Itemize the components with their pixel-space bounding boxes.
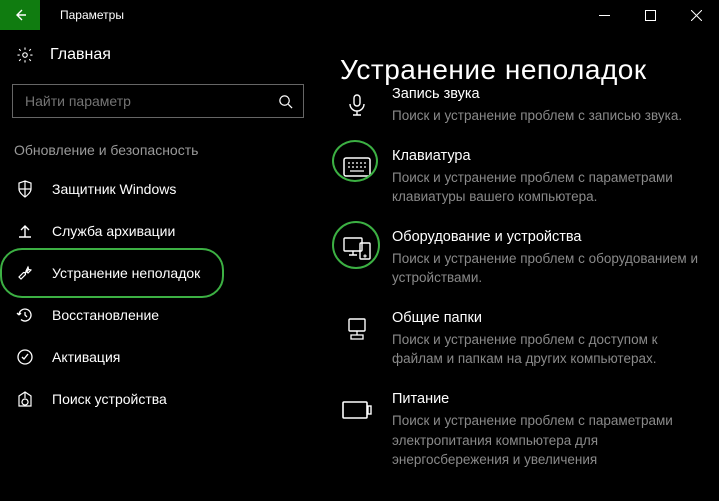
search-icon	[278, 94, 293, 109]
ts-title: Клавиатура	[392, 148, 701, 164]
back-button[interactable]	[0, 0, 40, 30]
troubleshoot-item-audio-rec[interactable]: Запись звука Поиск и устранение проблем с…	[340, 86, 719, 126]
ts-desc: Поиск и устранение проблем с записью зву…	[392, 106, 701, 126]
sidebar-item-label: Активация	[52, 349, 120, 365]
troubleshoot-item-hardware[interactable]: Оборудование и устройства Поиск и устране…	[340, 229, 719, 288]
arrow-left-icon	[12, 7, 28, 23]
titlebar: Параметры	[0, 0, 719, 30]
shield-icon	[16, 180, 34, 198]
battery-icon	[342, 401, 372, 419]
troubleshoot-item-power[interactable]: Питание Поиск и устранение проблем с пара…	[340, 391, 719, 470]
search-input[interactable]	[23, 92, 278, 110]
sidebar-item-label: Защитник Windows	[52, 181, 176, 197]
sidebar-item-label: Служба архивации	[52, 223, 175, 239]
maximize-icon	[645, 10, 656, 21]
minimize-button[interactable]	[581, 0, 627, 30]
upload-icon	[16, 222, 34, 240]
history-icon	[16, 306, 34, 324]
search-box[interactable]	[12, 84, 304, 118]
microphone-icon	[344, 92, 370, 118]
category-header: Обновление и безопасность	[0, 128, 316, 168]
keyboard-icon	[343, 157, 371, 177]
network-drive-icon	[344, 316, 370, 342]
troubleshoot-item-keyboard[interactable]: Клавиатура Поиск и устранение проблем с п…	[340, 148, 719, 207]
check-circle-icon	[16, 348, 34, 366]
ts-title: Общие папки	[392, 310, 701, 326]
ts-title: Питание	[392, 391, 701, 407]
close-icon	[691, 10, 702, 21]
ts-desc: Поиск и устранение проблем с параметрами…	[392, 411, 701, 470]
home-label: Главная	[50, 46, 111, 64]
sidebar-item-recovery[interactable]: Восстановление	[0, 294, 316, 336]
main-panel: Устранение неполадок Запись звука Поиск и…	[316, 30, 719, 501]
troubleshoot-item-shared-folders[interactable]: Общие папки Поиск и устранение проблем с …	[340, 310, 719, 369]
sidebar: Главная Обновление и безопасность Защитн…	[0, 30, 316, 501]
gear-icon	[16, 46, 34, 64]
page-heading: Устранение неполадок	[340, 54, 719, 86]
sidebar-item-label: Восстановление	[52, 307, 159, 323]
sidebar-item-activation[interactable]: Активация	[0, 336, 316, 378]
devices-icon	[343, 235, 371, 261]
sidebar-item-label: Поиск устройства	[52, 391, 167, 407]
ts-desc: Поиск и устранение проблем с параметрами…	[392, 168, 701, 207]
wrench-icon	[16, 264, 34, 282]
minimize-icon	[599, 10, 610, 21]
window-title: Параметры	[40, 8, 581, 22]
window-controls	[581, 0, 719, 30]
close-button[interactable]	[673, 0, 719, 30]
ts-desc: Поиск и устранение проблем с оборудовани…	[392, 249, 701, 288]
find-device-icon	[16, 390, 34, 408]
home-button[interactable]: Главная	[0, 36, 316, 74]
ts-title: Запись звука	[392, 86, 701, 102]
maximize-button[interactable]	[627, 0, 673, 30]
sidebar-item-label: Устранение неполадок	[52, 265, 200, 281]
sidebar-item-backup[interactable]: Служба архивации	[0, 210, 316, 252]
ts-desc: Поиск и устранение проблем с доступом к …	[392, 330, 701, 369]
sidebar-item-defender[interactable]: Защитник Windows	[0, 168, 316, 210]
ts-title: Оборудование и устройства	[392, 229, 701, 245]
sidebar-item-troubleshoot[interactable]: Устранение неполадок	[0, 252, 316, 294]
sidebar-item-find-device[interactable]: Поиск устройства	[0, 378, 316, 420]
